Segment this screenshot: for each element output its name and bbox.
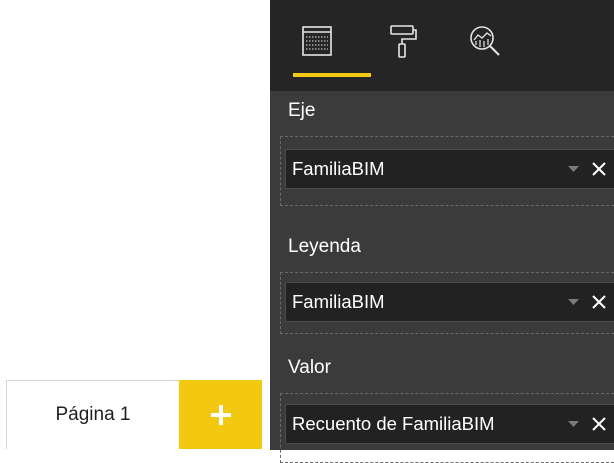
- close-icon[interactable]: [584, 149, 614, 189]
- well-label-legend: Leyenda: [288, 236, 361, 257]
- page-tab-1[interactable]: Página 1: [6, 380, 179, 449]
- well-legend[interactable]: FamiliaBIM: [280, 272, 614, 334]
- field-pill-label: Recuento de FamiliaBIM: [292, 413, 495, 434]
- analytics-magnifier-icon: [470, 26, 500, 56]
- field-pill-value[interactable]: Recuento de FamiliaBIM: [285, 404, 614, 444]
- visualizations-pane: Eje FamiliaBIM Leyenda FamiliaBIM Valor: [270, 0, 614, 463]
- active-tab-indicator: [293, 73, 371, 77]
- field-pill-legend[interactable]: FamiliaBIM: [285, 282, 614, 322]
- paint-roller-icon: [390, 25, 417, 58]
- chevron-down-icon[interactable]: [562, 149, 584, 189]
- add-page-button[interactable]: [179, 380, 262, 449]
- tab-analytics[interactable]: [457, 16, 513, 66]
- well-label-value: Valor: [288, 357, 331, 378]
- pane-toolbar: [270, 0, 614, 91]
- tab-format[interactable]: [374, 16, 430, 66]
- field-pill-label: FamiliaBIM: [292, 158, 385, 179]
- well-value[interactable]: Recuento de FamiliaBIM: [280, 393, 614, 463]
- well-axis[interactable]: FamiliaBIM: [280, 136, 614, 206]
- well-label-axis: Eje: [288, 100, 316, 121]
- close-icon[interactable]: [584, 404, 614, 444]
- plus-icon: [210, 404, 231, 425]
- chevron-down-icon[interactable]: [562, 282, 584, 322]
- tab-fields[interactable]: [289, 16, 345, 66]
- field-pill-axis[interactable]: FamiliaBIM: [285, 149, 614, 189]
- close-icon[interactable]: [584, 282, 614, 322]
- page-tabs-bar: Página 1: [0, 380, 262, 450]
- fields-icon: [302, 26, 332, 56]
- field-pill-label: FamiliaBIM: [292, 291, 385, 312]
- chevron-down-icon[interactable]: [562, 404, 584, 444]
